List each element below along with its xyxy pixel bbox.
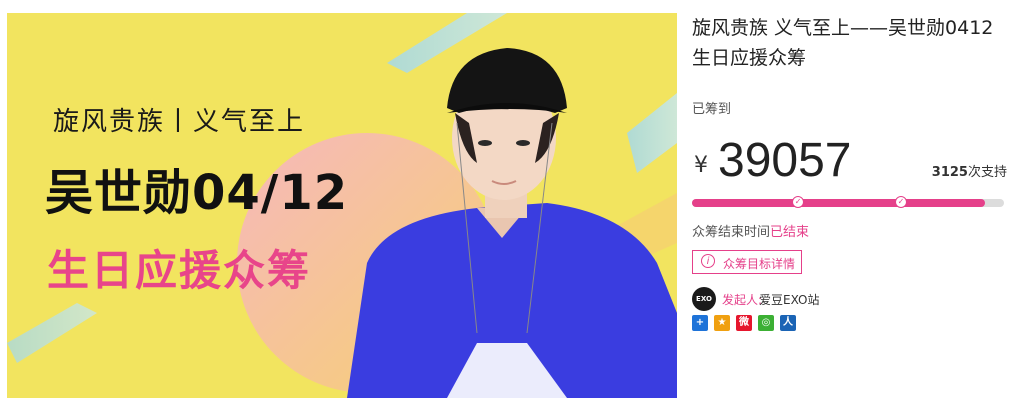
banner-campaign-type: 生日应援众筹 <box>47 246 312 295</box>
end-time-label: 众筹结束时间 <box>692 225 771 240</box>
progress-milestone-2: ✓ <box>895 196 908 208</box>
initiator-name[interactable]: 爱豆EXO站 <box>759 291 819 308</box>
project-title: 旋风贵族 义气至上——吴世勋0412生日应援众筹 <box>692 17 994 69</box>
currency-symbol: ¥ <box>694 153 708 178</box>
banner-subtitle: 旋风贵族丨义气至上 <box>53 107 306 137</box>
progress-milestone-1: ✓ <box>792 196 805 208</box>
target-details-button[interactable]: i 众筹目标详情 <box>692 250 802 274</box>
qq-space-icon[interactable]: ★ <box>714 315 730 331</box>
project-info-panel: 旋风贵族 义气至上——吴世勋0412生日应援众筹 已筹到 ¥ 39057 312… <box>692 13 1012 331</box>
weibo-icon[interactable]: 微 <box>736 315 752 331</box>
banner-name-date: 吴世勋04/12 <box>45 165 349 221</box>
raised-amount: 39057 <box>718 134 852 187</box>
qzone-plus-icon[interactable]: + <box>692 315 708 331</box>
supporters-count: 3125次支持 <box>932 161 1007 180</box>
info-icon: i <box>701 254 715 268</box>
initiator-label: 发起人: <box>722 293 763 307</box>
amount-row: ¥ 39057 3125次支持 <box>692 133 1007 193</box>
wechat-icon[interactable]: ◎ <box>758 315 774 331</box>
campaign-banner: 旋风贵族丨义气至上 吴世勋04/12 生日应援众筹 <box>7 13 677 398</box>
supporters-suffix: 次支持 <box>967 165 1007 180</box>
renren-icon[interactable]: 人 <box>780 315 796 331</box>
progress-bar: ✓ ✓ <box>692 196 1004 208</box>
target-details-label: 众筹目标详情 <box>723 257 796 271</box>
supporters-number: 3125 <box>931 165 968 180</box>
raised-label: 已筹到 <box>692 102 732 117</box>
end-time-row: 众筹结束时间已结束 <box>692 221 809 240</box>
end-status: 已结束 <box>770 225 810 240</box>
progress-fill <box>692 199 986 207</box>
avatar[interactable]: EXO <box>692 287 716 311</box>
